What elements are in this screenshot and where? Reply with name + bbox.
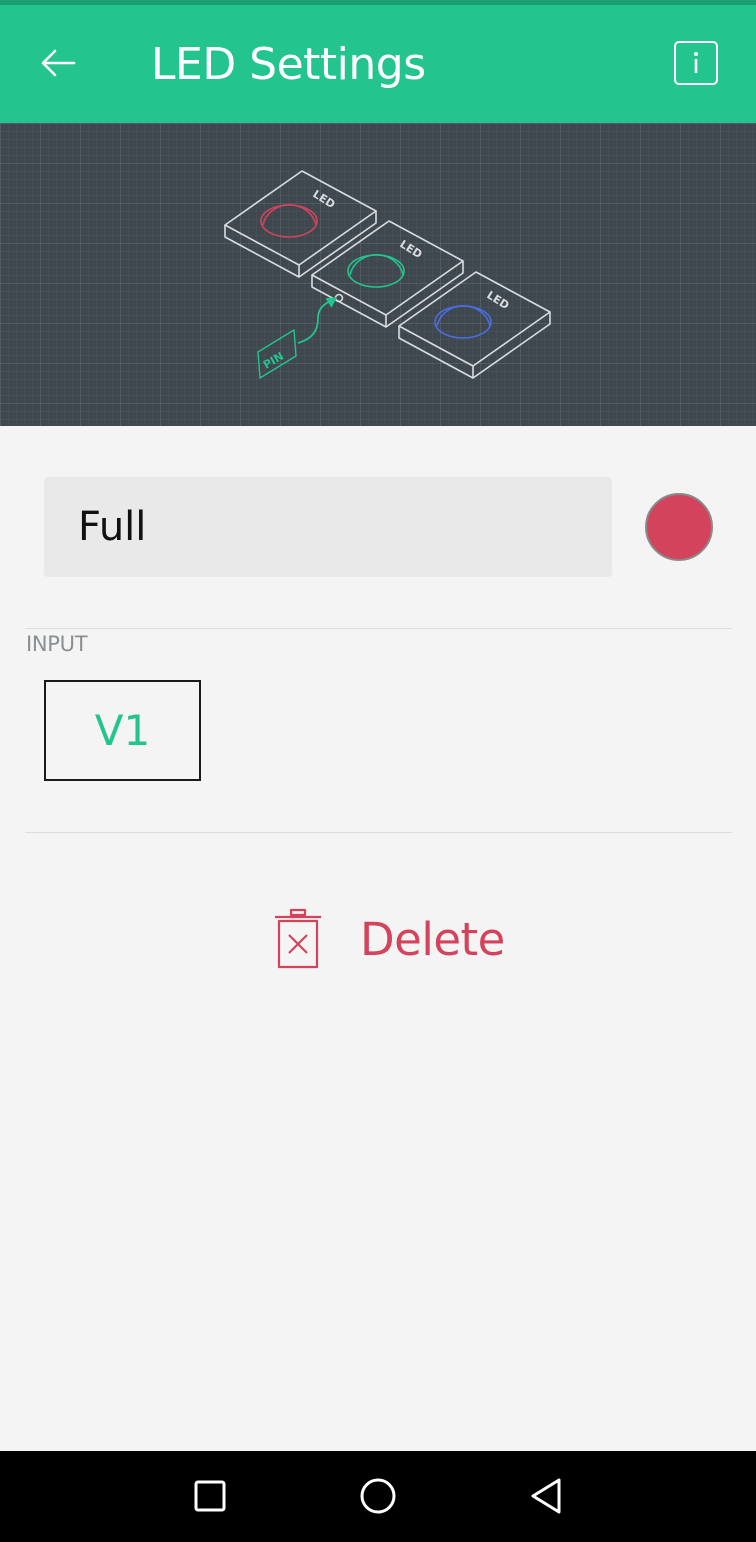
led-block-blue — [398, 271, 551, 379]
led-settings-screen: LED Settings LED LED LED PIN Full INPUT … — [0, 0, 756, 1542]
led-illustration: LED LED LED PIN — [224, 170, 551, 379]
back-triangle-icon — [531, 1478, 561, 1514]
arrow-left-icon — [41, 49, 76, 77]
widget-name-input[interactable]: Full — [44, 477, 612, 577]
system-nav-bar — [0, 1451, 756, 1542]
hero-illustration: LED LED LED PIN — [0, 123, 756, 426]
input-section-label: INPUT — [26, 632, 88, 656]
home-button[interactable] — [353, 1471, 403, 1521]
divider — [25, 628, 732, 629]
led-label-3: LED — [484, 289, 511, 313]
home-circle-icon — [360, 1478, 396, 1514]
divider — [25, 832, 732, 833]
recents-square-icon — [194, 1480, 226, 1512]
pin-label: PIN — [261, 350, 286, 372]
led-label-1: LED — [310, 188, 337, 212]
back-nav-button[interactable] — [521, 1471, 571, 1521]
led-block-green — [311, 220, 464, 328]
app-bar: LED Settings — [0, 5, 756, 123]
delete-button[interactable]: Delete — [270, 906, 505, 972]
recents-button[interactable] — [185, 1471, 235, 1521]
info-icon — [694, 52, 698, 73]
pin-selector[interactable]: V1 — [44, 680, 201, 781]
trash-icon — [275, 908, 321, 969]
led-label-2: LED — [397, 238, 424, 262]
page-title: LED Settings — [151, 39, 426, 90]
delete-label: Delete — [360, 912, 505, 966]
color-picker-button[interactable] — [645, 493, 713, 561]
back-button[interactable] — [28, 33, 88, 93]
info-button[interactable] — [674, 41, 718, 85]
